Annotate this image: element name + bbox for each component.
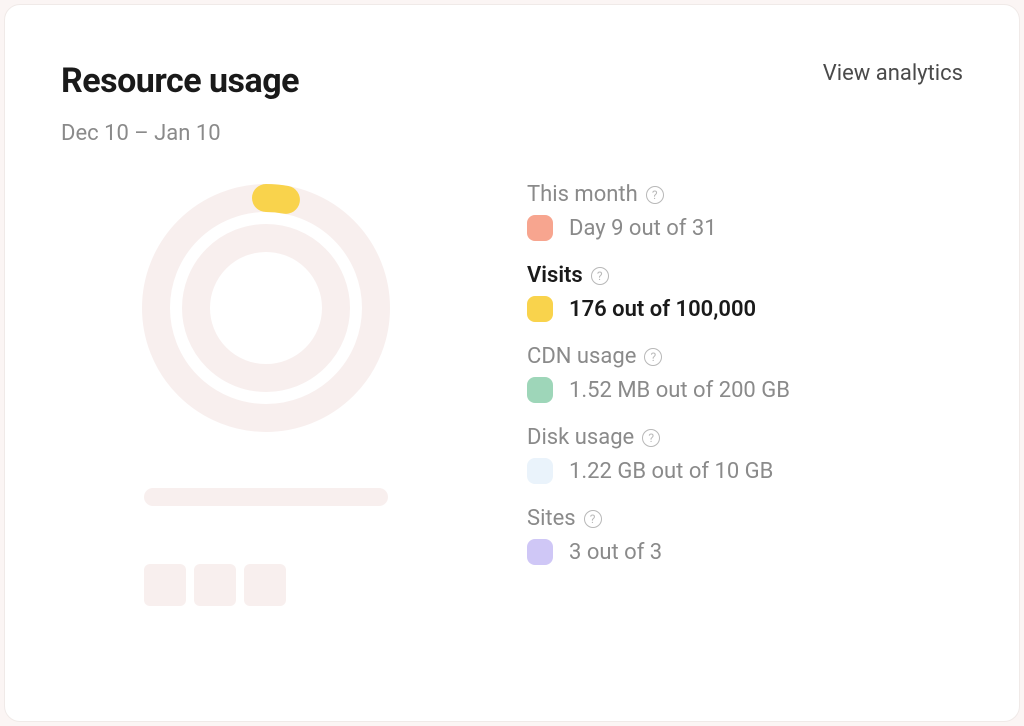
legend-label: This month xyxy=(527,182,638,207)
card-header: Resource usage View analytics xyxy=(61,61,963,101)
legend-swatch xyxy=(527,458,553,484)
skeleton-squares xyxy=(144,564,388,606)
help-icon[interactable]: ? xyxy=(591,267,609,285)
legend-value: 176 out of 100,000 xyxy=(569,297,756,322)
legend-swatch xyxy=(527,215,553,241)
legend-label: Sites xyxy=(527,506,576,531)
legend-item-cdn-usage[interactable]: CDN usage ? 1.52 MB out of 200 GB xyxy=(527,344,963,403)
skeleton-bar xyxy=(144,488,388,506)
skeleton-square xyxy=(194,564,236,606)
help-icon[interactable]: ? xyxy=(644,348,662,366)
legend-label: Visits xyxy=(527,263,583,288)
view-analytics-link[interactable]: View analytics xyxy=(823,61,963,86)
legend-label: Disk usage xyxy=(527,425,634,450)
skeleton-square xyxy=(244,564,286,606)
card-body: This month ? Day 9 out of 31 Visits ? 17… xyxy=(61,182,963,606)
help-icon[interactable]: ? xyxy=(646,186,664,204)
legend-swatch xyxy=(527,539,553,565)
legend-value: 1.52 MB out of 200 GB xyxy=(569,378,790,403)
legend-item-disk-usage[interactable]: Disk usage ? 1.22 GB out of 10 GB xyxy=(527,425,963,484)
help-icon[interactable]: ? xyxy=(584,510,602,528)
resource-usage-card: Resource usage View analytics Dec 10 – J… xyxy=(4,4,1020,722)
legend-item-sites[interactable]: Sites ? 3 out of 3 xyxy=(527,506,963,565)
legend-label: CDN usage xyxy=(527,344,636,369)
legend-item-this-month[interactable]: This month ? Day 9 out of 31 xyxy=(527,182,963,241)
chart-column xyxy=(61,182,471,606)
legend: This month ? Day 9 out of 31 Visits ? 17… xyxy=(527,182,963,606)
usage-ring-chart xyxy=(140,182,392,434)
legend-value: Day 9 out of 31 xyxy=(569,216,717,241)
legend-value: 3 out of 3 xyxy=(569,540,662,565)
date-range: Dec 10 – Jan 10 xyxy=(61,121,963,146)
help-icon[interactable]: ? xyxy=(642,429,660,447)
legend-swatch xyxy=(527,377,553,403)
legend-item-visits[interactable]: Visits ? 176 out of 100,000 xyxy=(527,263,963,322)
legend-value: 1.22 GB out of 10 GB xyxy=(569,459,773,484)
page-title: Resource usage xyxy=(61,61,299,101)
skeleton-square xyxy=(144,564,186,606)
legend-swatch xyxy=(527,296,553,322)
